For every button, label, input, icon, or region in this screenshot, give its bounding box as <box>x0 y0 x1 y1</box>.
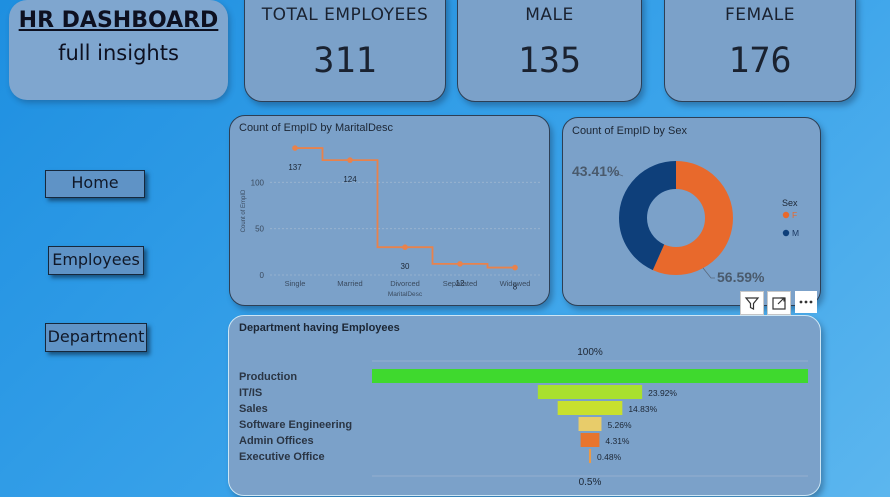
funnel-bar <box>557 401 623 415</box>
funnel-bar <box>578 417 602 431</box>
kpi-total-employees: TOTAL EMPLOYEES 311 <box>244 0 446 102</box>
data-point <box>512 264 518 271</box>
x-tick-label: Single <box>285 279 306 288</box>
dashboard-title: HR DASHBOARD <box>18 8 219 33</box>
title-card: HR DASHBOARD full insights <box>9 0 228 100</box>
value-label: 0.48% <box>597 452 622 462</box>
employees-button[interactable]: Employees <box>48 246 144 275</box>
slice-label-m: 43.41% <box>572 163 620 179</box>
data-label: 124 <box>343 175 357 184</box>
x-tick-label: Married <box>337 279 362 288</box>
focus-mode-icon[interactable] <box>767 291 791 315</box>
sex-donut-chart: 56.59% 43.41% Sex FM <box>572 161 799 285</box>
data-label: 137 <box>288 163 302 172</box>
x-tick-label: Separated <box>443 279 478 288</box>
funnel-bar <box>372 369 808 383</box>
value-label: 14.83% <box>628 404 657 414</box>
more-options-icon[interactable] <box>795 291 817 313</box>
kpi-value: 176 <box>728 41 792 81</box>
legend-label: M <box>792 228 799 238</box>
value-label: 4.31% <box>605 436 630 446</box>
category-label: IT/IS <box>239 387 262 399</box>
department-button[interactable]: Department <box>45 323 147 352</box>
category-label: Production <box>239 371 297 383</box>
data-point <box>292 145 298 151</box>
data-point <box>347 157 353 163</box>
marital-chart-panel[interactable]: Count of EmpID by MaritalDesc 0 50 100 137 S… <box>229 115 550 306</box>
filter-icon[interactable] <box>740 291 764 315</box>
legend-title: Sex <box>782 198 798 208</box>
category-label: Software Engineering <box>239 419 352 431</box>
bottom-percent-label: 0.5% <box>579 477 602 488</box>
data-label: 30 <box>401 262 410 271</box>
funnel-bar <box>580 433 600 447</box>
x-tick-label: Widowed <box>500 279 531 288</box>
legend-marker <box>782 211 790 219</box>
x-axis-title: MaritalDesc <box>388 291 423 298</box>
y-axis-title: Count of EmpID <box>241 189 247 232</box>
leader-line <box>702 267 715 279</box>
data-point <box>402 244 408 250</box>
marital-line-chart: 050100137Single124Married30Divorced 12Sep… <box>241 145 540 298</box>
kpi-label: MALE <box>525 5 574 25</box>
funnel-bar <box>588 449 592 463</box>
department-funnel-panel[interactable]: Department having Employees 100% Producti… <box>228 315 821 496</box>
kpi-female: FEMALE 176 <box>664 0 856 102</box>
value-label: 23.92% <box>648 388 677 398</box>
legend-label: F <box>792 210 797 220</box>
category-label: Admin Offices <box>239 435 314 447</box>
category-label: Sales <box>239 403 268 415</box>
legend-marker <box>782 229 790 237</box>
kpi-value: 135 <box>517 41 582 81</box>
top-percent-label: 100% <box>577 347 603 358</box>
kpi-male: MALE 135 <box>457 0 642 102</box>
dashboard-subtitle: full insights <box>58 41 179 65</box>
category-label: Executive Office <box>239 451 325 463</box>
data-point <box>457 261 463 267</box>
department-funnel-chart: 100% Production IT/IS 23.92% Sales 14.83% Soft… <box>239 347 808 488</box>
y-tick-label: 50 <box>255 225 264 234</box>
x-tick-label: Divorced <box>390 279 420 288</box>
y-tick-label: 100 <box>251 178 265 187</box>
kpi-label: TOTAL EMPLOYEES <box>261 5 429 25</box>
funnel-bar <box>537 385 643 399</box>
home-button[interactable]: Home <box>45 170 145 198</box>
kpi-value: 311 <box>313 41 377 81</box>
value-label: 5.26% <box>607 420 632 430</box>
y-tick-label: 0 <box>260 271 265 280</box>
sex-chart-panel[interactable]: Count of EmpID by Sex 56.59% 43.41% Sex F M <box>562 117 821 306</box>
kpi-label: FEMALE <box>724 5 796 25</box>
slice-label-f: 56.59% <box>717 269 765 285</box>
